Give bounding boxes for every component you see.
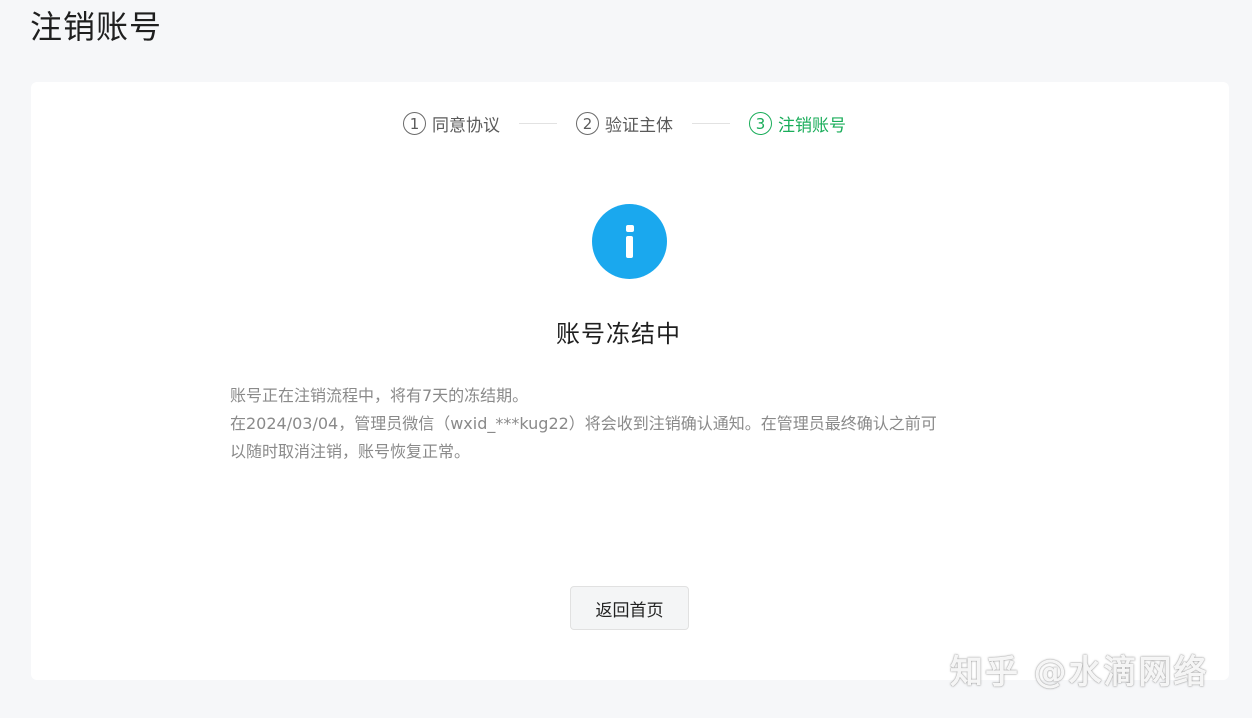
info-icon-dot: [626, 225, 634, 232]
watermark: 知乎 @水滴网络: [950, 652, 1209, 691]
step-agree-protocol: 1 同意协议: [403, 111, 500, 136]
info-icon: [592, 204, 667, 279]
content-card: 1 同意协议 2 验证主体 3 注销账号 账号冻结中 账号正在注销流程中，将有7…: [31, 82, 1229, 680]
step-number-2: 2: [576, 112, 599, 135]
step-indicator: 1 同意协议 2 验证主体 3 注销账号: [403, 111, 846, 136]
description-line: 账号正在注销流程中，将有7天的冻结期。: [230, 386, 529, 405]
step-label: 注销账号: [778, 116, 846, 136]
description-line: 以随时取消注销，账号恢复正常。: [230, 442, 471, 461]
step-cancel-account: 3 注销账号: [749, 111, 846, 136]
step-number-1: 1: [403, 112, 426, 135]
step-number-3: 3: [749, 112, 772, 135]
status-description: 账号正在注销流程中，将有7天的冻结期。 在2024/03/04，管理员微信（wx…: [230, 382, 1010, 466]
step-label: 同意协议: [432, 116, 500, 136]
description-line: 在2024/03/04，管理员微信（wxid_***kug22）将会收到注销确认…: [230, 414, 937, 433]
status-title: 账号冻结中: [556, 320, 681, 348]
back-home-button[interactable]: 返回首页: [570, 586, 689, 630]
info-icon-bar: [626, 236, 633, 258]
step-label: 验证主体: [605, 116, 673, 136]
step-connector: [692, 123, 730, 124]
step-connector: [519, 123, 557, 124]
step-verify-subject: 2 验证主体: [576, 111, 673, 136]
page-title: 注销账号: [30, 8, 163, 46]
